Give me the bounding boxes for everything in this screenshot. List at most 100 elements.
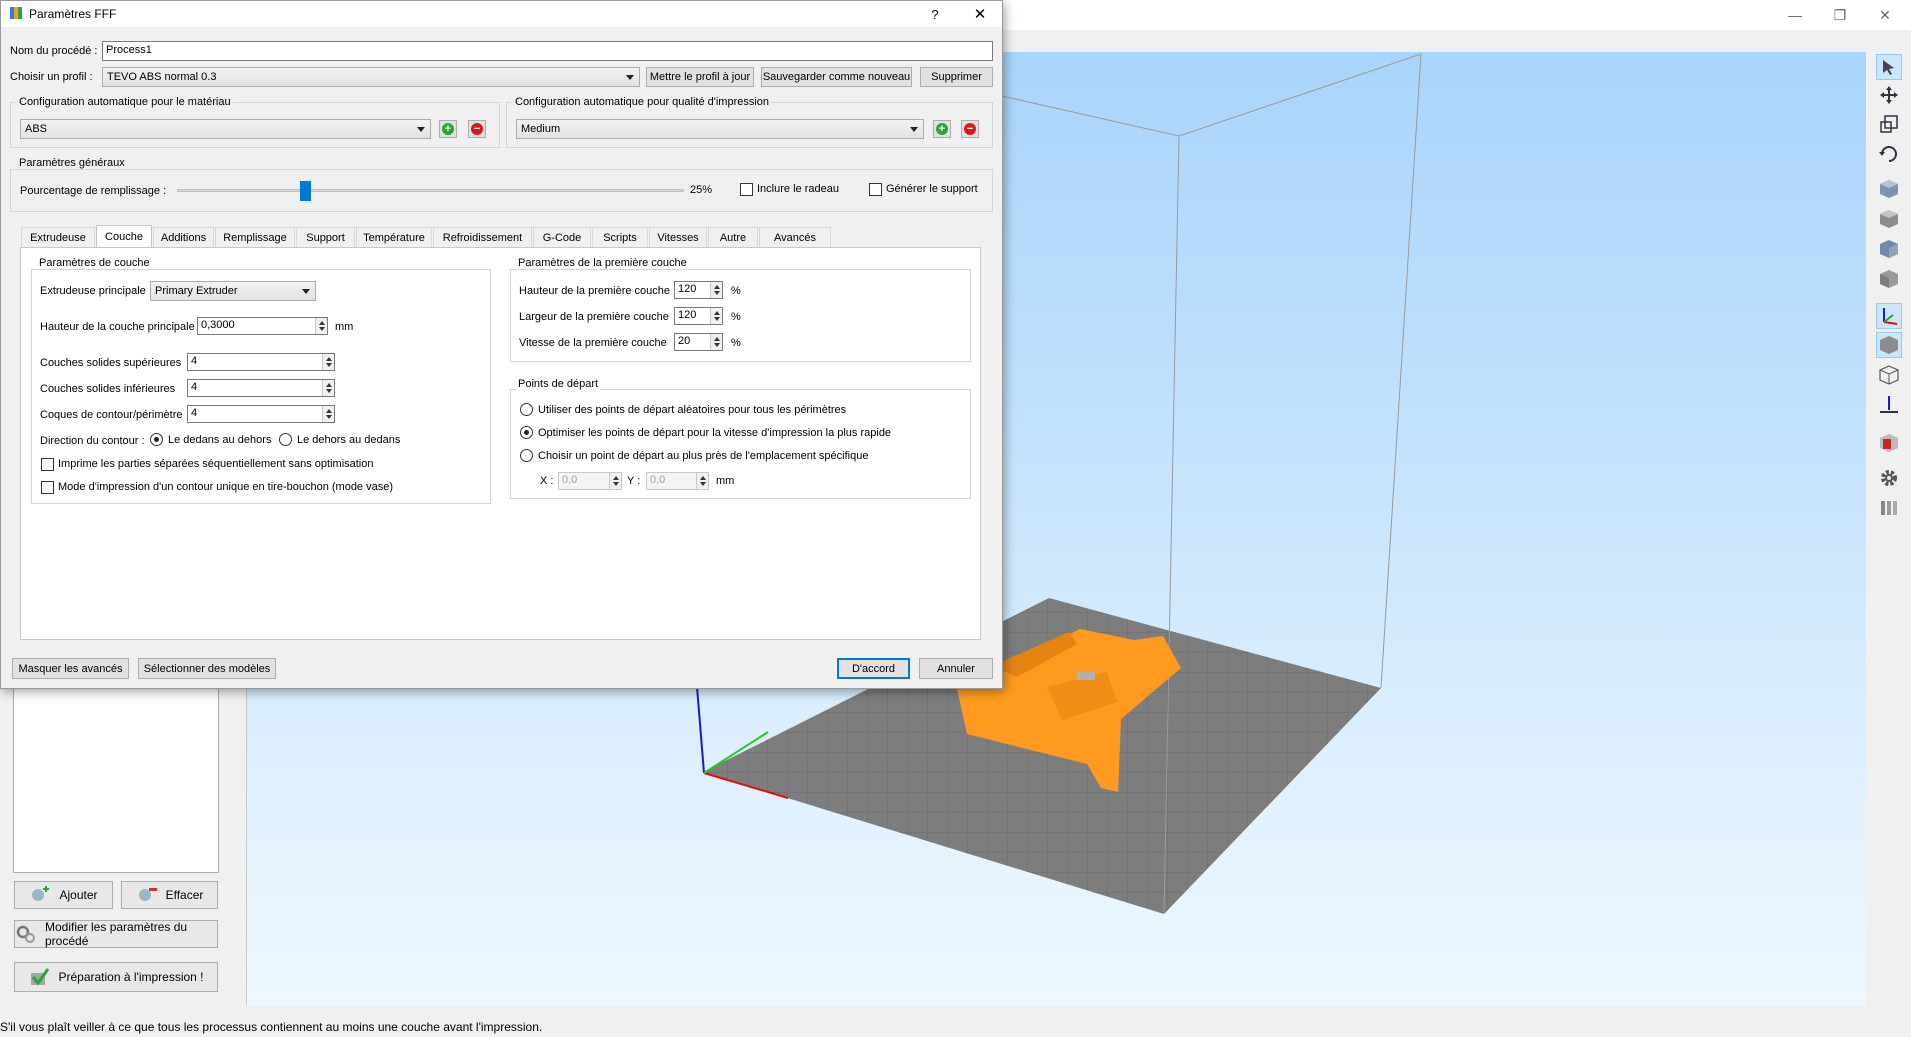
view-iso-icon[interactable] (1876, 176, 1902, 202)
settings-gear-icon[interactable] (1876, 465, 1902, 491)
random-start-radio[interactable] (520, 403, 533, 416)
specific-start-radio[interactable] (520, 449, 533, 462)
spinner-arrows-icon[interactable] (322, 354, 334, 370)
save-as-new-button[interactable]: Sauvegarder comme nouveau (761, 67, 912, 87)
prepare-to-print-button[interactable]: Préparation à l'impression ! (14, 962, 218, 992)
infill-slider-thumb[interactable] (299, 181, 311, 201)
tab-scripts[interactable]: Scripts (592, 227, 648, 247)
checkmark-icon (28, 967, 50, 987)
cancel-button[interactable]: Annuler (919, 658, 993, 679)
first-layer-speed-input[interactable]: 20 (674, 333, 723, 351)
spinner-arrows-icon[interactable] (315, 318, 327, 334)
bed-view-icon[interactable] (1876, 392, 1902, 418)
move-tool-icon[interactable] (1876, 82, 1902, 108)
sequential-checkbox[interactable] (41, 458, 54, 471)
specific-start-label: Choisir un point de départ au plus près … (538, 450, 869, 462)
process-name-label: Nom du procédé : (10, 45, 98, 57)
tab-vitesses[interactable]: Vitesses (649, 227, 707, 247)
x-coord-input[interactable]: 0,0 (558, 472, 622, 490)
bottom-layers-value: 4 (191, 381, 198, 393)
hide-advanced-button[interactable]: Masquer les avancés (12, 658, 129, 679)
generate-support-checkbox[interactable] (869, 183, 882, 196)
spinner-arrows-icon[interactable] (322, 380, 334, 396)
tab-couche[interactable]: Couche (96, 225, 152, 248)
bottom-layers-input[interactable]: 4 (187, 379, 335, 397)
tab-temperature[interactable]: Température (356, 227, 432, 247)
top-layers-input[interactable]: 4 (187, 353, 335, 371)
remove-icon: − (964, 123, 976, 135)
remove-quality-button[interactable]: − (961, 120, 979, 138)
view-side-icon[interactable] (1876, 266, 1902, 292)
quality-select-value: Medium (521, 123, 561, 135)
wireframe-view-icon[interactable] (1876, 362, 1902, 388)
first-layer-height-value: 120 (678, 283, 697, 295)
tab-extrudeuse[interactable]: Extrudeuse (21, 227, 95, 247)
layers-icon[interactable] (1876, 495, 1902, 521)
material-select[interactable]: ABS (20, 119, 431, 139)
spinner-arrows-icon[interactable] (710, 282, 722, 298)
shells-input[interactable]: 4 (187, 405, 335, 423)
select-tool-icon[interactable] (1876, 54, 1902, 80)
dialog-close-button[interactable]: ✕ (960, 1, 1000, 27)
direction-outside-in-radio[interactable] (279, 433, 292, 446)
y-coord-input[interactable]: 0,0 (646, 472, 709, 490)
prepare-label: Préparation à l'impression ! (58, 970, 204, 984)
spinner-arrows-icon[interactable] (609, 473, 621, 489)
edit-process-settings-button[interactable]: Modifier les paramètres du procédé (14, 920, 218, 948)
view-back-icon[interactable] (1876, 236, 1902, 262)
clear-button-label: Effacer (165, 888, 204, 902)
tab-additions[interactable]: Additions (153, 227, 214, 247)
coord-unit: mm (716, 475, 735, 487)
tab-refroidissement[interactable]: Refroidissement (433, 227, 532, 247)
process-name-input[interactable]: Process1 (102, 41, 993, 61)
section-view-icon[interactable] (1876, 430, 1902, 456)
add-quality-button[interactable]: + (933, 120, 951, 138)
object-list[interactable] (13, 688, 219, 873)
tab-autre[interactable]: Autre (708, 227, 758, 247)
tab-support[interactable]: Support (296, 227, 355, 247)
remove-material-button[interactable]: − (468, 120, 486, 138)
spinner-arrows-icon[interactable] (710, 308, 722, 324)
optimize-start-radio[interactable] (520, 426, 533, 439)
minimize-button[interactable]: — (1773, 0, 1817, 30)
spinner-arrows-icon[interactable] (322, 406, 334, 422)
delete-profile-button[interactable]: Supprimer (920, 67, 993, 87)
quality-select[interactable]: Medium (516, 119, 924, 139)
spinner-arrows-icon[interactable] (696, 473, 708, 489)
include-raft-checkbox[interactable] (740, 183, 753, 196)
shells-label: Coques de contour/périmètre (40, 409, 183, 421)
layer-height-input[interactable]: 0,3000 (197, 317, 328, 335)
chevron-down-icon (910, 127, 918, 132)
add-button[interactable]: Ajouter (14, 881, 113, 909)
view-front-icon[interactable] (1876, 206, 1902, 232)
vase-mode-checkbox[interactable] (41, 481, 54, 494)
tab-g-code[interactable]: G-Code (533, 227, 591, 247)
add-material-button[interactable]: + (439, 120, 457, 138)
first-layer-speed-unit: % (731, 337, 741, 349)
close-window-button[interactable]: ✕ (1863, 0, 1907, 30)
select-models-button[interactable]: Sélectionner des modèles (138, 658, 276, 679)
first-layer-speed-value: 20 (678, 335, 691, 347)
update-profile-button[interactable]: Mettre le profil à jour (646, 67, 754, 87)
first-layer-width-input[interactable]: 120 (674, 307, 723, 325)
infill-slider-track[interactable] (177, 181, 684, 201)
optimize-start-label: Optimiser les points de départ pour la v… (538, 427, 892, 439)
direction-inside-out-radio[interactable] (150, 433, 163, 446)
ok-button[interactable]: D'accord (837, 658, 910, 679)
rotate-tool-icon[interactable] (1876, 141, 1902, 167)
tab-remplissage[interactable]: Remplissage (215, 227, 295, 247)
layer-params-title: Paramètres de couche (37, 257, 152, 269)
show-axes-icon[interactable] (1876, 303, 1902, 329)
profile-select[interactable]: TEVO ABS normal 0.3 (102, 67, 640, 87)
help-button[interactable]: ? (915, 1, 955, 27)
first-layer-height-input[interactable]: 120 (674, 281, 723, 299)
spinner-arrows-icon[interactable] (710, 334, 722, 350)
first-layer-height-label: Hauteur de la première couche (519, 285, 671, 297)
maximize-button[interactable]: ❐ (1818, 0, 1862, 30)
clear-button[interactable]: Effacer (121, 881, 218, 909)
tab-avances[interactable]: Avancés (759, 227, 831, 247)
main-extruder-select[interactable]: Primary Extruder (150, 281, 316, 301)
scale-tool-icon[interactable] (1876, 111, 1902, 137)
solid-view-icon[interactable] (1876, 332, 1902, 358)
layer-height-value: 0,3000 (201, 319, 235, 331)
